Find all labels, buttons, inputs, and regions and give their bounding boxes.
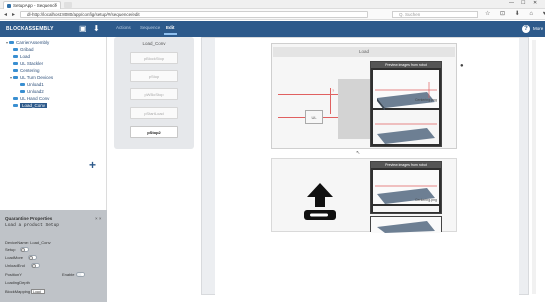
- app-header: BLOCKASSEMBLY ▣ ⬇ Actions Sequence Edit …: [0, 21, 545, 37]
- module-icon: [13, 62, 18, 66]
- browser-toolbar-icons[interactable]: ☆ ⊡ ⬇ ⌂ ♥ ≡: [485, 10, 545, 17]
- prop-device-name: DeviceName: Load_Conv: [5, 240, 51, 245]
- new-tab-button[interactable]: [64, 2, 72, 8]
- favicon-icon: [7, 4, 11, 8]
- tree-item-label: UL Hand Conv: [20, 96, 50, 101]
- prop-positiony-label: PositionY: [5, 272, 22, 277]
- module-icon: [13, 69, 18, 73]
- properties-title: Quarantine Properties: [5, 216, 53, 221]
- close-window-button[interactable]: ✕: [533, 0, 537, 6]
- marker-label: ?: [332, 88, 335, 93]
- address-bar[interactable]: dl-http://localhost:8080/app/config/setu…: [20, 11, 368, 18]
- tree-item-centering[interactable]: Centering: [13, 68, 40, 74]
- module-icon: [13, 97, 18, 101]
- help-icon[interactable]: ?: [522, 25, 530, 33]
- vertical-scrollbar[interactable]: [532, 40, 536, 294]
- tab-close-icon[interactable]: ×: [54, 2, 57, 8]
- tree-item-label: UL Turn Devices: [20, 75, 54, 80]
- preview-caption: Centering.png: [415, 98, 437, 102]
- unloadend-toggle[interactable]: [31, 263, 40, 268]
- module-icon: [13, 48, 18, 52]
- step-button-pstop[interactable]: pStop: [130, 70, 178, 82]
- preview-image-3: [371, 217, 441, 233]
- tab-sequence[interactable]: Sequence: [140, 25, 160, 30]
- tab-title: SetupApp - Sequence: [13, 3, 58, 8]
- module-icon: [13, 76, 18, 80]
- laser-line: [278, 94, 338, 95]
- step-button-pstartload[interactable]: pStartLoad: [130, 107, 178, 119]
- conveyor-block: [338, 79, 370, 139]
- download-icon[interactable]: ⬇: [93, 24, 100, 33]
- forward-icon[interactable]: ▸: [12, 11, 15, 18]
- step-button-pblockstop[interactable]: pBlockStop: [130, 52, 178, 64]
- tree-item-label: Unload1: [27, 82, 44, 87]
- url-text: dl-http://localhost:8080/app/config/setu…: [27, 12, 140, 17]
- browser-titlebar: SetupApp - Sequence × — ☐ ✕: [0, 0, 545, 9]
- tree-item-label: Load: [20, 54, 31, 59]
- blockmapping-select[interactable]: Load: [31, 289, 45, 294]
- module-icon: [13, 104, 18, 108]
- properties-close-icon[interactable]: × ×: [95, 216, 102, 221]
- laser-line: [330, 88, 331, 114]
- block-element[interactable]: UL: [305, 110, 323, 124]
- search-placeholder: Q. Suchen: [399, 12, 421, 17]
- prop-setup-label: Setup: [5, 247, 16, 252]
- tree-item-load-conv[interactable]: Load_Conv: [13, 103, 48, 109]
- help-text[interactable]: More: [533, 26, 543, 31]
- tree-item-label: Centering: [20, 68, 40, 73]
- back-icon[interactable]: ◂: [4, 11, 7, 18]
- prop-blockmapping-label: BlockMapping: [5, 289, 31, 294]
- tree-item-ul-turn-devices[interactable]: ▾ UL Turn Devices: [10, 75, 53, 81]
- maximize-button[interactable]: ☐: [521, 0, 525, 6]
- tree-item-gribad[interactable]: Gribad: [13, 47, 34, 53]
- tree-item-label: Gribad: [20, 47, 34, 52]
- step-button-pstop2[interactable]: pStop2: [130, 126, 178, 138]
- browser-search-input[interactable]: Q. Suchen: [392, 11, 478, 18]
- browser-tab[interactable]: SetupApp - Sequence ×: [3, 1, 61, 9]
- prop-loadmore-label: LoadMore: [5, 255, 24, 260]
- module-icon: [20, 83, 25, 87]
- tree-item-unload2[interactable]: Unload2: [20, 89, 44, 95]
- preview-caption-2: Centering.png: [415, 198, 437, 202]
- tree-item-carrierassembly[interactable]: ▾ CarrierAssembly: [6, 40, 49, 46]
- module-icon: [20, 90, 25, 94]
- tab-actions[interactable]: Actions: [116, 25, 131, 30]
- tree-item-ul-stackler[interactable]: UL Stackler: [13, 61, 43, 67]
- prop-unloadend-label: UnloadEnd: [5, 263, 25, 268]
- preview-image-panel-3: [370, 216, 442, 233]
- setup-toggle[interactable]: [20, 247, 29, 252]
- tree-item-label: Load_Conv: [20, 103, 48, 108]
- step-panel: Load_Conv pBlockStop pStop pWBoStop pSta…: [114, 37, 194, 149]
- loadmore-toggle[interactable]: [28, 255, 37, 260]
- tree-item-label: CarrierAssembly: [16, 40, 50, 45]
- step-button-pwbostop[interactable]: pWBoStop: [130, 88, 178, 100]
- prop-loadingdepth-label: LoadingDepth: [5, 280, 30, 285]
- properties-panel: Quarantine Properties × × Load a product…: [0, 210, 107, 302]
- tree-item-load[interactable]: Load: [13, 54, 30, 60]
- prop-enable-label: Enable: [62, 272, 75, 277]
- tab-edit[interactable]: Edit: [164, 25, 176, 35]
- preview-image-panel: Preview images from robot Centering.png: [370, 61, 442, 147]
- properties-subtitle: Load a product Setup: [5, 223, 60, 228]
- save-icon[interactable]: ▣: [79, 24, 87, 33]
- minimize-button[interactable]: —: [509, 0, 514, 6]
- preview-image-panel-2: Preview images from robot Centering.png: [370, 161, 442, 214]
- step-panel-title: Load_Conv: [142, 41, 166, 46]
- card-status-icon[interactable]: ●: [460, 63, 464, 69]
- app-title: BLOCKASSEMBLY: [6, 26, 54, 32]
- tree-item-label: Unload2: [27, 89, 44, 94]
- enable-toggle[interactable]: [76, 272, 85, 277]
- browser-toolbar: ◂ ▸ dl-http://localhost:8080/app/config/…: [0, 9, 545, 20]
- tree-item-label: UL Stackler: [20, 61, 44, 66]
- preview-image-2: [371, 168, 441, 213]
- add-node-button[interactable]: +: [89, 158, 96, 172]
- upload-icon[interactable]: [303, 183, 337, 221]
- mouse-cursor-icon: ↖: [356, 150, 361, 156]
- load-station-title: Load: [273, 47, 455, 57]
- tree-item-ul-hand-conv[interactable]: UL Hand Conv: [13, 96, 49, 102]
- module-icon: [9, 41, 14, 45]
- module-icon: [13, 55, 18, 59]
- preview-image: [371, 68, 441, 146]
- tree-item-unload1[interactable]: Unload1: [20, 82, 44, 88]
